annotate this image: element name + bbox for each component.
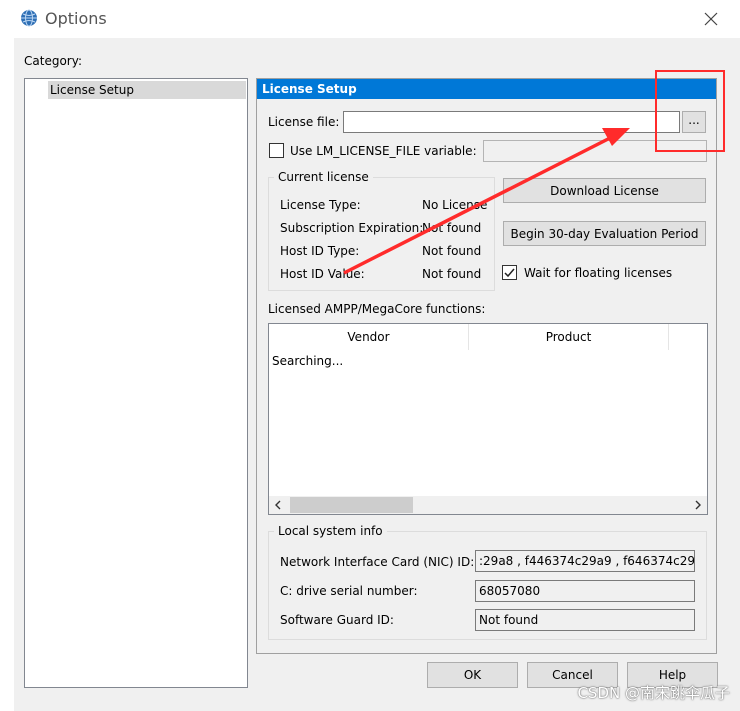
close-icon[interactable]: [700, 8, 722, 30]
license-file-input[interactable]: [343, 111, 680, 133]
software-guard-label: Software Guard ID:: [280, 613, 394, 627]
host-id-value-value: Not found: [422, 267, 482, 281]
product-column-header[interactable]: Product: [469, 324, 669, 350]
ok-button[interactable]: OK: [427, 662, 518, 688]
functions-grid[interactable]: Vendor Product Searching...: [268, 323, 708, 515]
host-id-type-value: Not found: [422, 244, 482, 258]
license-type-value: No License: [422, 198, 488, 212]
checkmark-icon: [504, 268, 515, 278]
wait-floating-label: Wait for floating licenses: [524, 266, 673, 280]
local-system-title: Local system info: [274, 524, 387, 538]
drive-serial-label: C: drive serial number:: [280, 584, 418, 598]
category-label: Category:: [24, 54, 82, 68]
subscription-expiration-label: Subscription Expiration:: [280, 221, 424, 235]
evaluation-period-button[interactable]: Begin 30-day Evaluation Period: [503, 221, 706, 246]
csdn-watermark: CSDN @南宋跳伞瓜子: [577, 684, 730, 702]
functions-label: Licensed AMPP/MegaCore functions:: [268, 302, 486, 316]
searching-status: Searching...: [272, 354, 344, 368]
use-env-label: Use LM_LICENSE_FILE variable:: [290, 144, 477, 158]
title-bar: Options: [0, 0, 740, 38]
browse-button[interactable]: ...: [682, 111, 706, 133]
host-id-value-label: Host ID Value:: [280, 267, 365, 281]
category-tree[interactable]: License Setup: [24, 78, 248, 688]
window-title: Options: [45, 9, 107, 28]
scroll-left-icon[interactable]: [273, 500, 283, 510]
horizontal-scrollbar[interactable]: [269, 496, 707, 514]
scroll-right-icon[interactable]: [693, 500, 703, 510]
license-file-label: License file:: [268, 115, 340, 129]
download-license-button[interactable]: Download License: [503, 178, 706, 203]
app-globe-icon: [21, 9, 37, 27]
license-setup-panel: License Setup License file: ... Use LM_L…: [256, 78, 717, 654]
current-license-title: Current license: [274, 170, 373, 184]
license-type-label: License Type:: [280, 198, 361, 212]
env-variable-input[interactable]: [483, 140, 707, 162]
nic-field[interactable]: :29a8 , f446374c29a9 , f646374c29a8: [475, 550, 695, 572]
nic-label: Network Interface Card (NIC) ID:: [280, 555, 475, 569]
scrollbar-thumb[interactable]: [290, 497, 413, 513]
host-id-type-label: Host ID Type:: [280, 244, 360, 258]
window-edge: [0, 38, 14, 711]
software-guard-field[interactable]: Not found: [475, 609, 695, 631]
subscription-expiration-value: Not found: [422, 221, 482, 235]
tree-item-license-setup[interactable]: License Setup: [48, 81, 246, 99]
use-env-checkbox[interactable]: [269, 143, 284, 158]
drive-serial-field[interactable]: 68057080: [475, 580, 695, 602]
panel-header: License Setup: [257, 79, 716, 99]
vendor-column-header[interactable]: Vendor: [269, 324, 469, 350]
wait-floating-checkbox[interactable]: [502, 265, 517, 280]
